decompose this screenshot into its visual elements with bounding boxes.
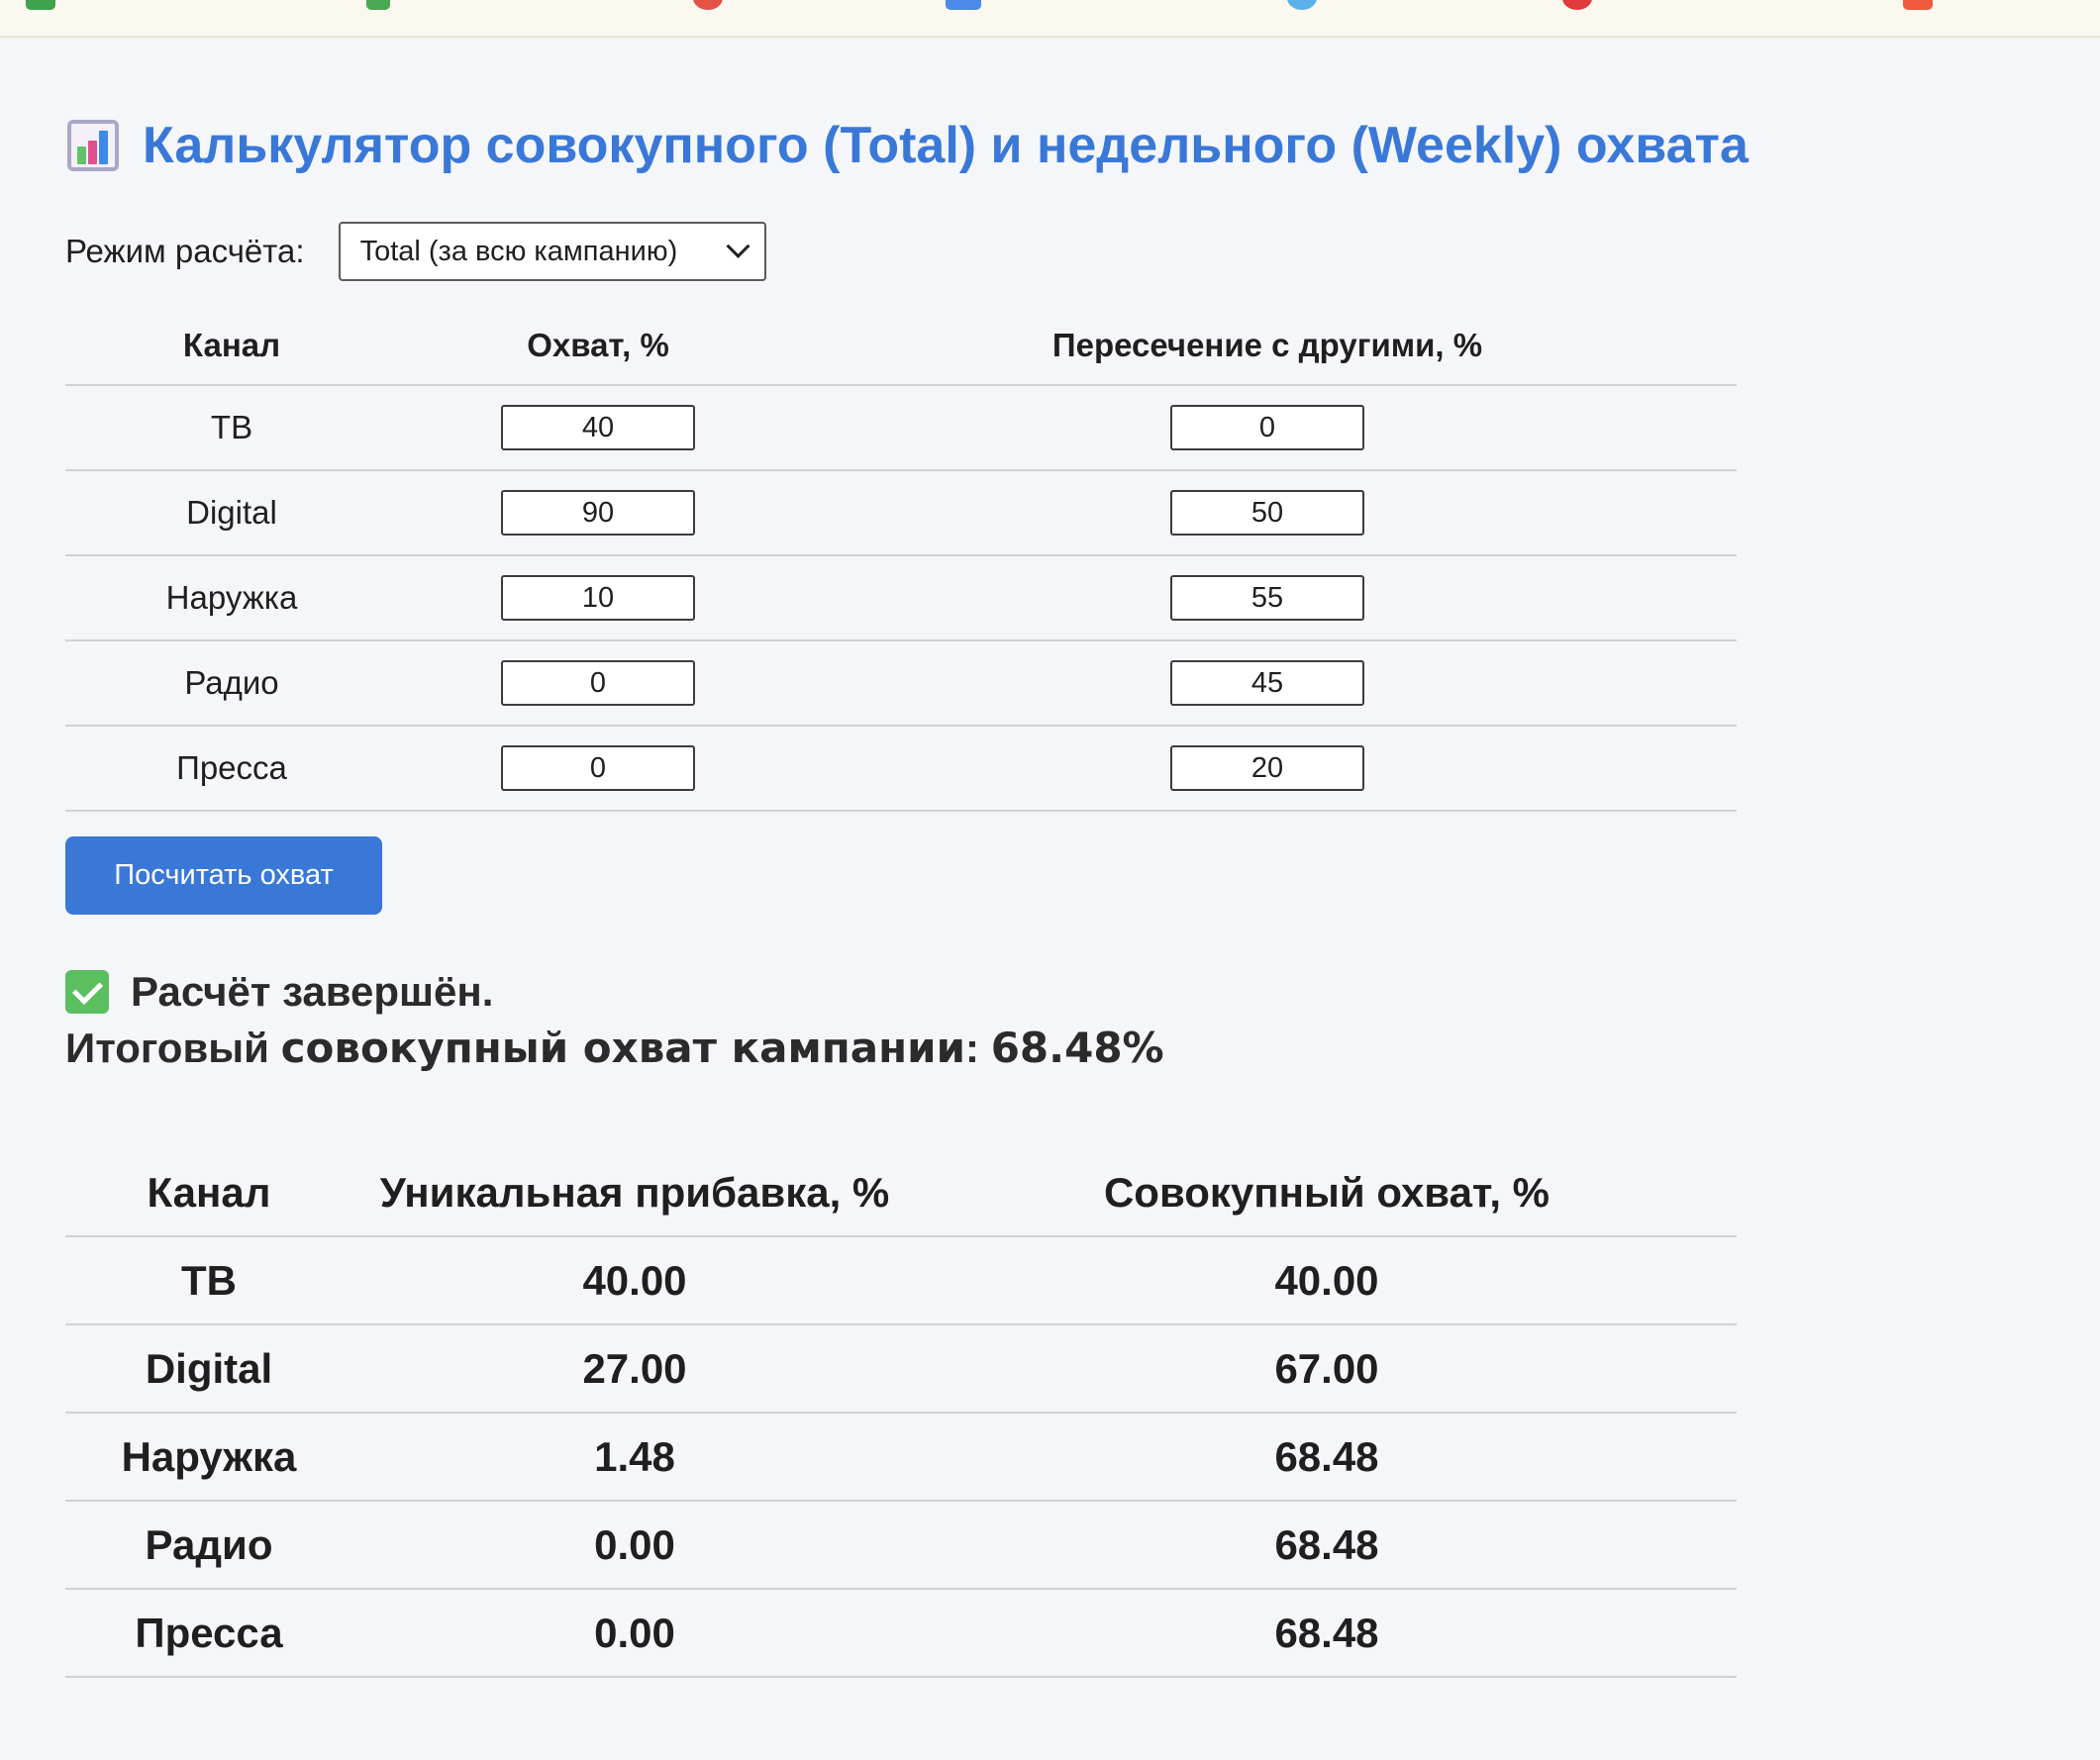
channel-name: ТВ	[65, 385, 398, 471]
bookmark-drive-icon[interactable]	[366, 0, 390, 10]
table-row: Digital 27.00 67.00	[65, 1324, 1737, 1414]
results-table: Канал Уникальная прибавка, % Совокупный …	[65, 1150, 1737, 1678]
overlap-input[interactable]: 45	[1170, 660, 1364, 706]
channel-name: Наружка	[65, 555, 398, 641]
mode-select-value: Total (за всю кампанию)	[359, 235, 678, 267]
table-row: Радио 0.00 68.48	[65, 1501, 1737, 1590]
mode-row: Режим расчёта: Total (за всю кампанию)	[65, 220, 766, 283]
reach-input[interactable]: 40	[501, 405, 695, 450]
input-table: Канал Охват, % Пересечение с другими, % …	[65, 307, 1737, 812]
channel-name: Радио	[65, 1501, 352, 1590]
bookmark-sheets-icon[interactable]	[26, 0, 55, 10]
channel-name: ТВ	[65, 1236, 352, 1325]
overlap-input[interactable]: 55	[1170, 575, 1364, 621]
cumulative-reach: 67.00	[917, 1324, 1737, 1414]
cumulative-reach: 68.48	[917, 1413, 1737, 1502]
overlap-input[interactable]: 50	[1170, 490, 1364, 536]
results-table-header: Канал Уникальная прибавка, % Совокупный …	[65, 1150, 1737, 1237]
table-row: Пресса 0.00 68.48	[65, 1589, 1737, 1678]
reach-input[interactable]: 90	[501, 490, 695, 536]
channel-name: Пресса	[65, 1589, 352, 1678]
table-row: Наружка 1.48 68.48	[65, 1413, 1737, 1502]
unique-increment: 0.00	[352, 1589, 917, 1678]
cumulative-reach: 68.48	[917, 1501, 1737, 1590]
total-separator: :	[965, 1025, 980, 1071]
channel-name: Радио	[65, 640, 398, 727]
chevron-down-icon	[726, 234, 750, 258]
bookmark-red-icon[interactable]	[693, 0, 723, 10]
column-header: Уникальная прибавка, %	[352, 1150, 917, 1237]
reach-input[interactable]: 0	[501, 660, 695, 706]
total-reach-value: 68.48%	[990, 1024, 1164, 1072]
reach-input[interactable]: 10	[501, 575, 695, 621]
page-title: Калькулятор совокупного (Total) и недель…	[143, 117, 1749, 174]
status-text: Расчёт завершён.	[131, 968, 494, 1015]
total-reach-line: Итоговый совокупный охват кампании: 68.4…	[65, 1024, 1164, 1072]
table-row: ТВ 40 0	[65, 385, 1737, 471]
channel-name: Пресса	[65, 726, 398, 812]
calculate-reach-button[interactable]: Посчитать охват	[65, 836, 382, 915]
table-row: Наружка 10 55	[65, 555, 1737, 641]
column-header: Канал	[65, 1150, 352, 1237]
bookmark-opera-icon[interactable]	[1562, 0, 1592, 10]
channel-name: Digital	[65, 470, 398, 556]
table-row: Радио 0 45	[65, 640, 1737, 727]
table-row: ТВ 40.00 40.00	[65, 1236, 1737, 1325]
mode-select[interactable]: Total (за всю кампанию)	[338, 222, 766, 281]
bookmarks-bar	[0, 0, 2100, 38]
bookmark-ads-icon[interactable]	[946, 0, 981, 10]
mode-label: Режим расчёта:	[65, 233, 305, 269]
check-mark-icon	[65, 970, 109, 1014]
cumulative-reach: 68.48	[917, 1589, 1737, 1678]
unique-increment: 40.00	[352, 1236, 917, 1325]
unique-increment: 1.48	[352, 1413, 917, 1502]
table-row: Digital 90 50	[65, 470, 1737, 556]
page-header: Калькулятор совокупного (Total) и недель…	[65, 111, 1749, 180]
result-status: Расчёт завершён.	[65, 966, 493, 1018]
overlap-input[interactable]: 20	[1170, 745, 1364, 791]
column-header: Канал	[65, 307, 398, 386]
column-header: Пересечение с другими, %	[798, 307, 1737, 386]
column-header: Охват, %	[398, 307, 798, 386]
reach-input[interactable]: 0	[501, 745, 695, 791]
channel-name: Digital	[65, 1324, 352, 1414]
cumulative-reach: 40.00	[917, 1236, 1737, 1325]
unique-increment: 27.00	[352, 1324, 917, 1414]
bar-chart-icon	[65, 118, 121, 173]
channel-name: Наружка	[65, 1413, 352, 1502]
bookmark-blue-icon[interactable]	[1287, 0, 1317, 10]
unique-increment: 0.00	[352, 1501, 917, 1590]
total-prefix: Итоговый	[65, 1025, 269, 1071]
table-row: Пресса 0 20	[65, 726, 1737, 812]
input-table-header: Канал Охват, % Пересечение с другими, %	[65, 307, 1737, 386]
bookmark-orange-icon[interactable]	[1903, 0, 1933, 10]
column-header: Совокупный охват, %	[917, 1150, 1737, 1237]
total-label: совокупный охват кампании	[280, 1024, 966, 1072]
overlap-input[interactable]: 0	[1170, 405, 1364, 450]
